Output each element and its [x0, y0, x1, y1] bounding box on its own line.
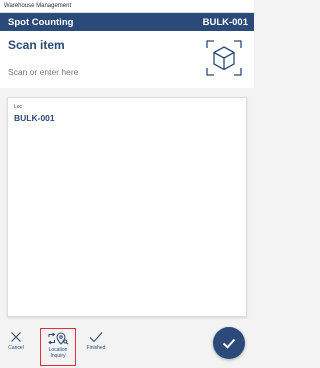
close-icon: [11, 332, 21, 342]
location-card: Loc BULK-001: [7, 97, 247, 317]
header-location: BULK-001: [202, 16, 248, 28]
page-title: Spot Counting: [8, 16, 74, 28]
card-value: BULK-001: [14, 113, 55, 123]
checkmark-icon: [89, 332, 103, 343]
finished-button[interactable]: Finished: [81, 328, 111, 366]
scan-panel: Scan item: [0, 31, 254, 88]
card-label: Loc: [14, 104, 23, 110]
location-inquiry-button[interactable]: Location Inquiry: [40, 328, 76, 366]
location-inquiry-icon: [48, 332, 69, 345]
scan-box-icon[interactable]: [205, 39, 243, 77]
location-inquiry-label: Location Inquiry: [48, 347, 68, 359]
cancel-label: Cancel: [8, 345, 24, 351]
scan-input[interactable]: [8, 65, 188, 79]
scan-title: Scan item: [8, 38, 65, 52]
checkmark-icon: [222, 338, 236, 349]
app-header: Spot Counting BULK-001: [0, 13, 254, 31]
confirm-fab-button[interactable]: [213, 327, 245, 359]
window-title: Warehouse Management: [0, 0, 254, 13]
finished-label: Finished: [86, 345, 106, 351]
cancel-button[interactable]: Cancel: [3, 328, 29, 366]
